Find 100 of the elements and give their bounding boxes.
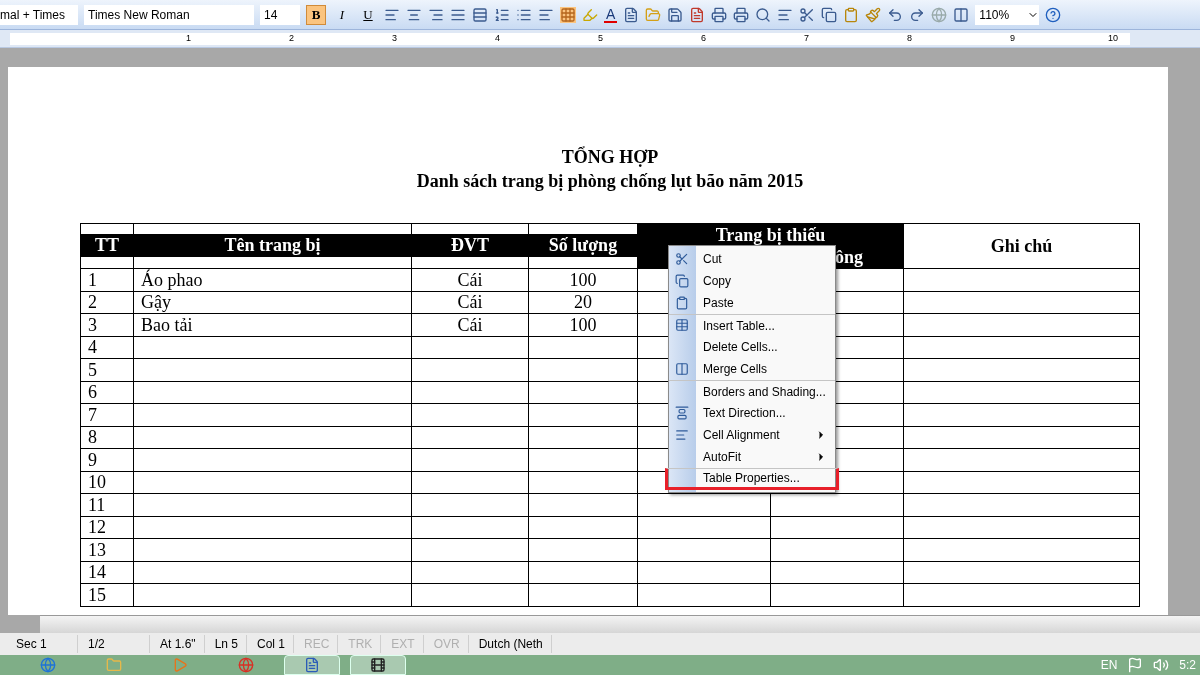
table-cell: 20 — [574, 292, 592, 313]
folder-icon — [106, 657, 122, 673]
table-cell: 8 — [88, 427, 97, 448]
clipboard-icon — [675, 296, 689, 310]
status-field: 1/2 — [80, 635, 150, 653]
status-field: EXT — [383, 635, 424, 653]
status-field: OVR — [425, 635, 469, 653]
menu-item[interactable]: Delete Cells... — [669, 336, 835, 358]
border-icon[interactable] — [560, 6, 576, 23]
menu-item[interactable]: Text Direction... — [669, 402, 835, 424]
ruler-number: 6 — [700, 34, 707, 43]
media-player-icon — [172, 657, 188, 673]
table-cell: 100 — [569, 269, 597, 290]
format-painter-icon[interactable] — [865, 6, 882, 23]
copy-icon[interactable] — [821, 6, 838, 23]
status-field: REC — [296, 635, 339, 653]
ruler-number: 9 — [1009, 34, 1016, 43]
column-header: Ghi chú — [990, 235, 1053, 256]
menu-item[interactable]: Table Properties... — [665, 468, 839, 490]
style-dropdown[interactable]: mal + Times — [0, 4, 78, 25]
document-subtitle: Danh sách trang bị phòng chống lụt bão năm 2015 — [415, 170, 805, 193]
print-preview-icon[interactable] — [755, 6, 772, 23]
ruler-number: 2 — [288, 34, 295, 43]
ruler-number: 3 — [391, 34, 398, 43]
status-field: Sec 1 — [8, 635, 78, 653]
printer-icon[interactable] — [733, 6, 750, 23]
font-dropdown[interactable]: Times New Roman — [84, 4, 254, 25]
menu-item[interactable]: Copy — [669, 270, 835, 292]
menu-item[interactable]: Cut — [669, 248, 835, 270]
font-size-dropdown[interactable]: 14 — [260, 4, 300, 25]
document-title: TỔNG HỢP — [560, 145, 660, 169]
undo-icon[interactable] — [887, 6, 904, 23]
paste-icon[interactable] — [843, 6, 860, 23]
table-cell: 14 — [88, 562, 106, 583]
format-button[interactable]: I — [332, 4, 352, 25]
table-cell: 13 — [88, 539, 106, 560]
redo-icon[interactable] — [909, 6, 926, 23]
status-field: Col 1 — [249, 635, 294, 653]
ruler-number: 1 — [185, 34, 192, 43]
cut-icon[interactable] — [799, 6, 816, 23]
film-reel-icon — [370, 657, 386, 673]
table-cell: 100 — [569, 314, 597, 335]
document-icon — [304, 657, 320, 673]
horizontal-scrollbar[interactable] — [40, 615, 1200, 633]
column-header: Tên trang bị — [134, 234, 411, 257]
column-header: Trang bị thiếu — [715, 224, 826, 246]
status-field: Dutch (Neth — [470, 635, 552, 653]
menu-item[interactable]: Merge Cells — [669, 358, 835, 380]
table-cell: 2 — [88, 292, 97, 313]
ruler-number: 8 — [906, 34, 913, 43]
taskbar-app[interactable] — [350, 655, 406, 675]
menu-item[interactable]: Cell Alignment — [669, 424, 835, 446]
table-cell: 15 — [88, 584, 106, 605]
table-cell: 11 — [88, 494, 106, 515]
table-icon — [675, 318, 689, 332]
browser-icon — [40, 657, 56, 673]
column-header: ĐVT — [412, 234, 528, 257]
table-cell: Cái — [457, 292, 483, 313]
save-icon[interactable] — [667, 6, 684, 23]
columns-icon[interactable] — [953, 6, 970, 23]
menu-item[interactable]: Borders and Shading... — [669, 380, 835, 402]
numbering-icon[interactable] — [494, 6, 510, 23]
table-cell: 3 — [88, 314, 97, 335]
scissors-icon — [675, 252, 689, 266]
table-cell: Cái — [457, 269, 483, 290]
zoom-dropdown[interactable]: 110% — [975, 4, 1040, 25]
column-header: Số lượng — [529, 234, 637, 257]
merge-icon — [675, 362, 689, 376]
table-cell: 1 — [88, 269, 97, 290]
table-cell: 5 — [88, 359, 97, 380]
menu-item[interactable]: AutoFit — [669, 446, 835, 468]
table-cell: 6 — [88, 382, 97, 403]
table-cell: 10 — [88, 472, 106, 493]
font-color-button[interactable]: A — [604, 6, 618, 23]
table-cell: Áo phao — [141, 269, 203, 290]
table-cell: Gậy — [141, 292, 171, 313]
table-cell: 9 — [88, 449, 97, 470]
table-cell: 7 — [88, 404, 97, 425]
alignment-icon — [675, 428, 689, 442]
ruler-number: 4 — [494, 34, 501, 43]
status-field: At 1.6" — [152, 635, 205, 653]
copy-icon — [675, 274, 689, 288]
menu-item[interactable]: Paste — [669, 292, 835, 314]
column-header: TT — [81, 234, 133, 257]
ruler-number: 10 — [1107, 34, 1119, 43]
table-cell: Cái — [457, 314, 483, 335]
status-field: Ln 5 — [206, 635, 247, 653]
table-cell: 12 — [88, 517, 106, 538]
ruler-number: 5 — [597, 34, 604, 43]
status-field: TRK — [340, 635, 382, 653]
format-button[interactable]: U — [358, 4, 378, 25]
help-icon[interactable] — [1045, 6, 1062, 23]
print-icon[interactable] — [711, 6, 728, 23]
ruler-number: 7 — [803, 34, 810, 43]
format-button[interactable]: B — [306, 4, 326, 25]
new-document-icon[interactable] — [623, 6, 640, 23]
table-cell: Bao tải — [141, 314, 193, 335]
column-header: ông — [835, 246, 863, 268]
table-cell: 4 — [88, 337, 97, 358]
menu-item[interactable]: Insert Table... — [669, 314, 835, 336]
